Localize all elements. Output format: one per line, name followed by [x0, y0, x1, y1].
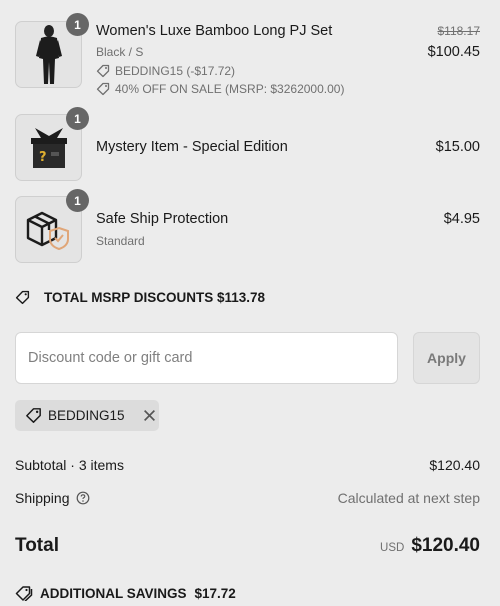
discount-code-placeholder: Discount code or gift card — [28, 350, 193, 366]
discount-label: 40% OFF ON SALE (MSRP: $3262000.00) — [115, 82, 345, 96]
discount-line: BEDDING15 (-$17.72) — [96, 64, 235, 78]
item-name: Mystery Item - Special Edition — [96, 139, 288, 155]
subtotal-value: $120.40 — [429, 457, 480, 473]
quantity-badge: 1 — [66, 13, 89, 36]
mystery-box-icon: ? — [30, 127, 67, 168]
tag-icon — [26, 408, 41, 423]
original-price: $118.17 — [437, 24, 481, 38]
applied-discount-chip: BEDDING15 — [15, 400, 159, 431]
quantity-badge: 1 — [66, 189, 89, 212]
item-price: $4.95 — [443, 211, 480, 227]
applied-code-label: BEDDING15 — [48, 408, 125, 423]
help-icon[interactable] — [76, 491, 90, 505]
svg-text:?: ? — [39, 150, 47, 165]
shipping-box-shield-icon — [26, 211, 69, 250]
msrp-discounts-row: TOTAL MSRP DISCOUNTS $113.78 — [15, 290, 265, 305]
msrp-discounts-label: TOTAL MSRP DISCOUNTS $113.78 — [44, 290, 266, 305]
item-price: $100.45 — [427, 44, 480, 60]
discount-code-input[interactable]: Discount code or gift card — [15, 332, 398, 384]
tag-icon — [96, 64, 110, 78]
shipping-value: Calculated at next step — [337, 490, 480, 506]
discount-line: 40% OFF ON SALE (MSRP: $3262000.00) — [96, 82, 344, 96]
additional-savings-row: ADDITIONAL SAVINGS $17.72 — [15, 585, 236, 601]
total-label: Total — [15, 535, 59, 556]
item-variant: Standard — [96, 234, 145, 248]
shipping-label: Shipping — [15, 490, 70, 506]
shipping-row: Shipping — [15, 490, 90, 506]
tags-icon — [15, 586, 33, 601]
pj-figure-icon — [35, 24, 62, 84]
quantity-badge: 1 — [66, 107, 89, 130]
additional-savings-value: $17.72 — [194, 585, 236, 601]
total-amount: USD $120.40 — [380, 535, 480, 557]
discount-label: BEDDING15 (-$17.72) — [115, 64, 236, 78]
subtotal-label: Subtotal · 3 items — [15, 457, 124, 473]
tag-icon — [96, 82, 110, 96]
item-variant: Black / S — [96, 45, 144, 59]
tag-icon — [15, 290, 30, 305]
currency-label: USD — [380, 542, 405, 554]
total-value: $120.40 — [411, 535, 480, 556]
item-price: $15.00 — [435, 139, 480, 155]
item-name: Safe Ship Protection — [96, 211, 229, 227]
additional-savings-label: ADDITIONAL SAVINGS — [40, 585, 187, 601]
item-name: Women's Luxe Bamboo Long PJ Set — [96, 23, 333, 39]
apply-button[interactable]: Apply — [413, 332, 480, 384]
close-icon[interactable] — [143, 409, 156, 422]
